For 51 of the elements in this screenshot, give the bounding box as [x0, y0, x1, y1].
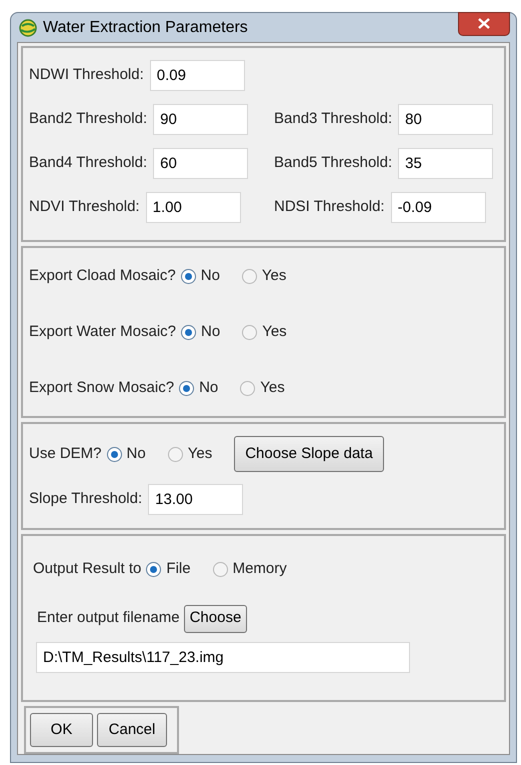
choose-button[interactable]: Choose — [184, 604, 248, 632]
question-label: Export Snow Mosaic? — [29, 378, 174, 398]
radio-button[interactable] — [106, 446, 122, 462]
field-label: NDSI Threshold: — [274, 197, 385, 218]
field-label: Band4 Threshold: — [29, 153, 148, 174]
globe-icon — [19, 18, 37, 36]
text-field[interactable]: 0.09 — [150, 60, 245, 91]
radio-button[interactable] — [242, 324, 258, 340]
text-field[interactable]: 13.00 — [148, 484, 244, 515]
radio-label: File — [166, 559, 191, 579]
field-label: Band3 Threshold: — [274, 109, 392, 130]
radio-label: Memory — [232, 559, 287, 579]
radio-button[interactable] — [168, 446, 183, 462]
field-label: Slope Threshold: — [29, 489, 142, 510]
field-label: Band5 Threshold: — [274, 153, 392, 174]
dialog-button[interactable]: Cancel — [97, 713, 167, 747]
text-field[interactable]: 80 — [398, 104, 494, 135]
text-field[interactable]: 35 — [398, 148, 494, 179]
field-label: Band2 Threshold: — [29, 109, 148, 130]
field-label: NDWI Threshold: — [29, 65, 144, 86]
radio-label: No — [126, 444, 146, 464]
radio-button[interactable] — [146, 562, 162, 577]
window-title: Water Extraction Parameters — [43, 18, 248, 38]
radio-label: Yes — [188, 444, 212, 464]
text-field[interactable]: 90 — [153, 104, 248, 135]
radio-label: No — [199, 378, 218, 398]
radio-label: Yes — [262, 266, 286, 286]
choose-slope-button[interactable]: Choose Slope data — [234, 436, 384, 472]
radio-button[interactable] — [180, 268, 196, 284]
radio-button[interactable] — [181, 324, 196, 340]
question-label: Export Water Mosaic? — [29, 322, 176, 342]
field-label: Enter output filename — [37, 608, 180, 628]
text-field[interactable]: -0.09 — [390, 192, 486, 223]
field-label: NDVI Threshold: — [29, 197, 140, 218]
radio-button[interactable] — [179, 380, 194, 396]
radio-label: No — [200, 266, 220, 286]
text-field[interactable]: 1.00 — [146, 192, 241, 223]
question-label: Output Result to — [33, 559, 142, 579]
radio-button[interactable] — [242, 268, 257, 284]
close-button[interactable] — [458, 12, 510, 36]
filename-field[interactable]: D:\TM_Results\117_23.img — [36, 642, 410, 672]
radio-button[interactable] — [212, 562, 228, 577]
text-field[interactable]: 60 — [153, 148, 248, 179]
question-label: Export Cload Mosaic? — [29, 266, 176, 286]
close-icon — [478, 18, 490, 29]
radio-label: Yes — [262, 322, 287, 342]
radio-label: No — [201, 322, 220, 342]
question-label: Use DEM? — [29, 444, 102, 464]
radio-button[interactable] — [240, 380, 256, 396]
dialog-button[interactable]: OK — [30, 713, 93, 747]
radio-label: Yes — [260, 378, 285, 398]
